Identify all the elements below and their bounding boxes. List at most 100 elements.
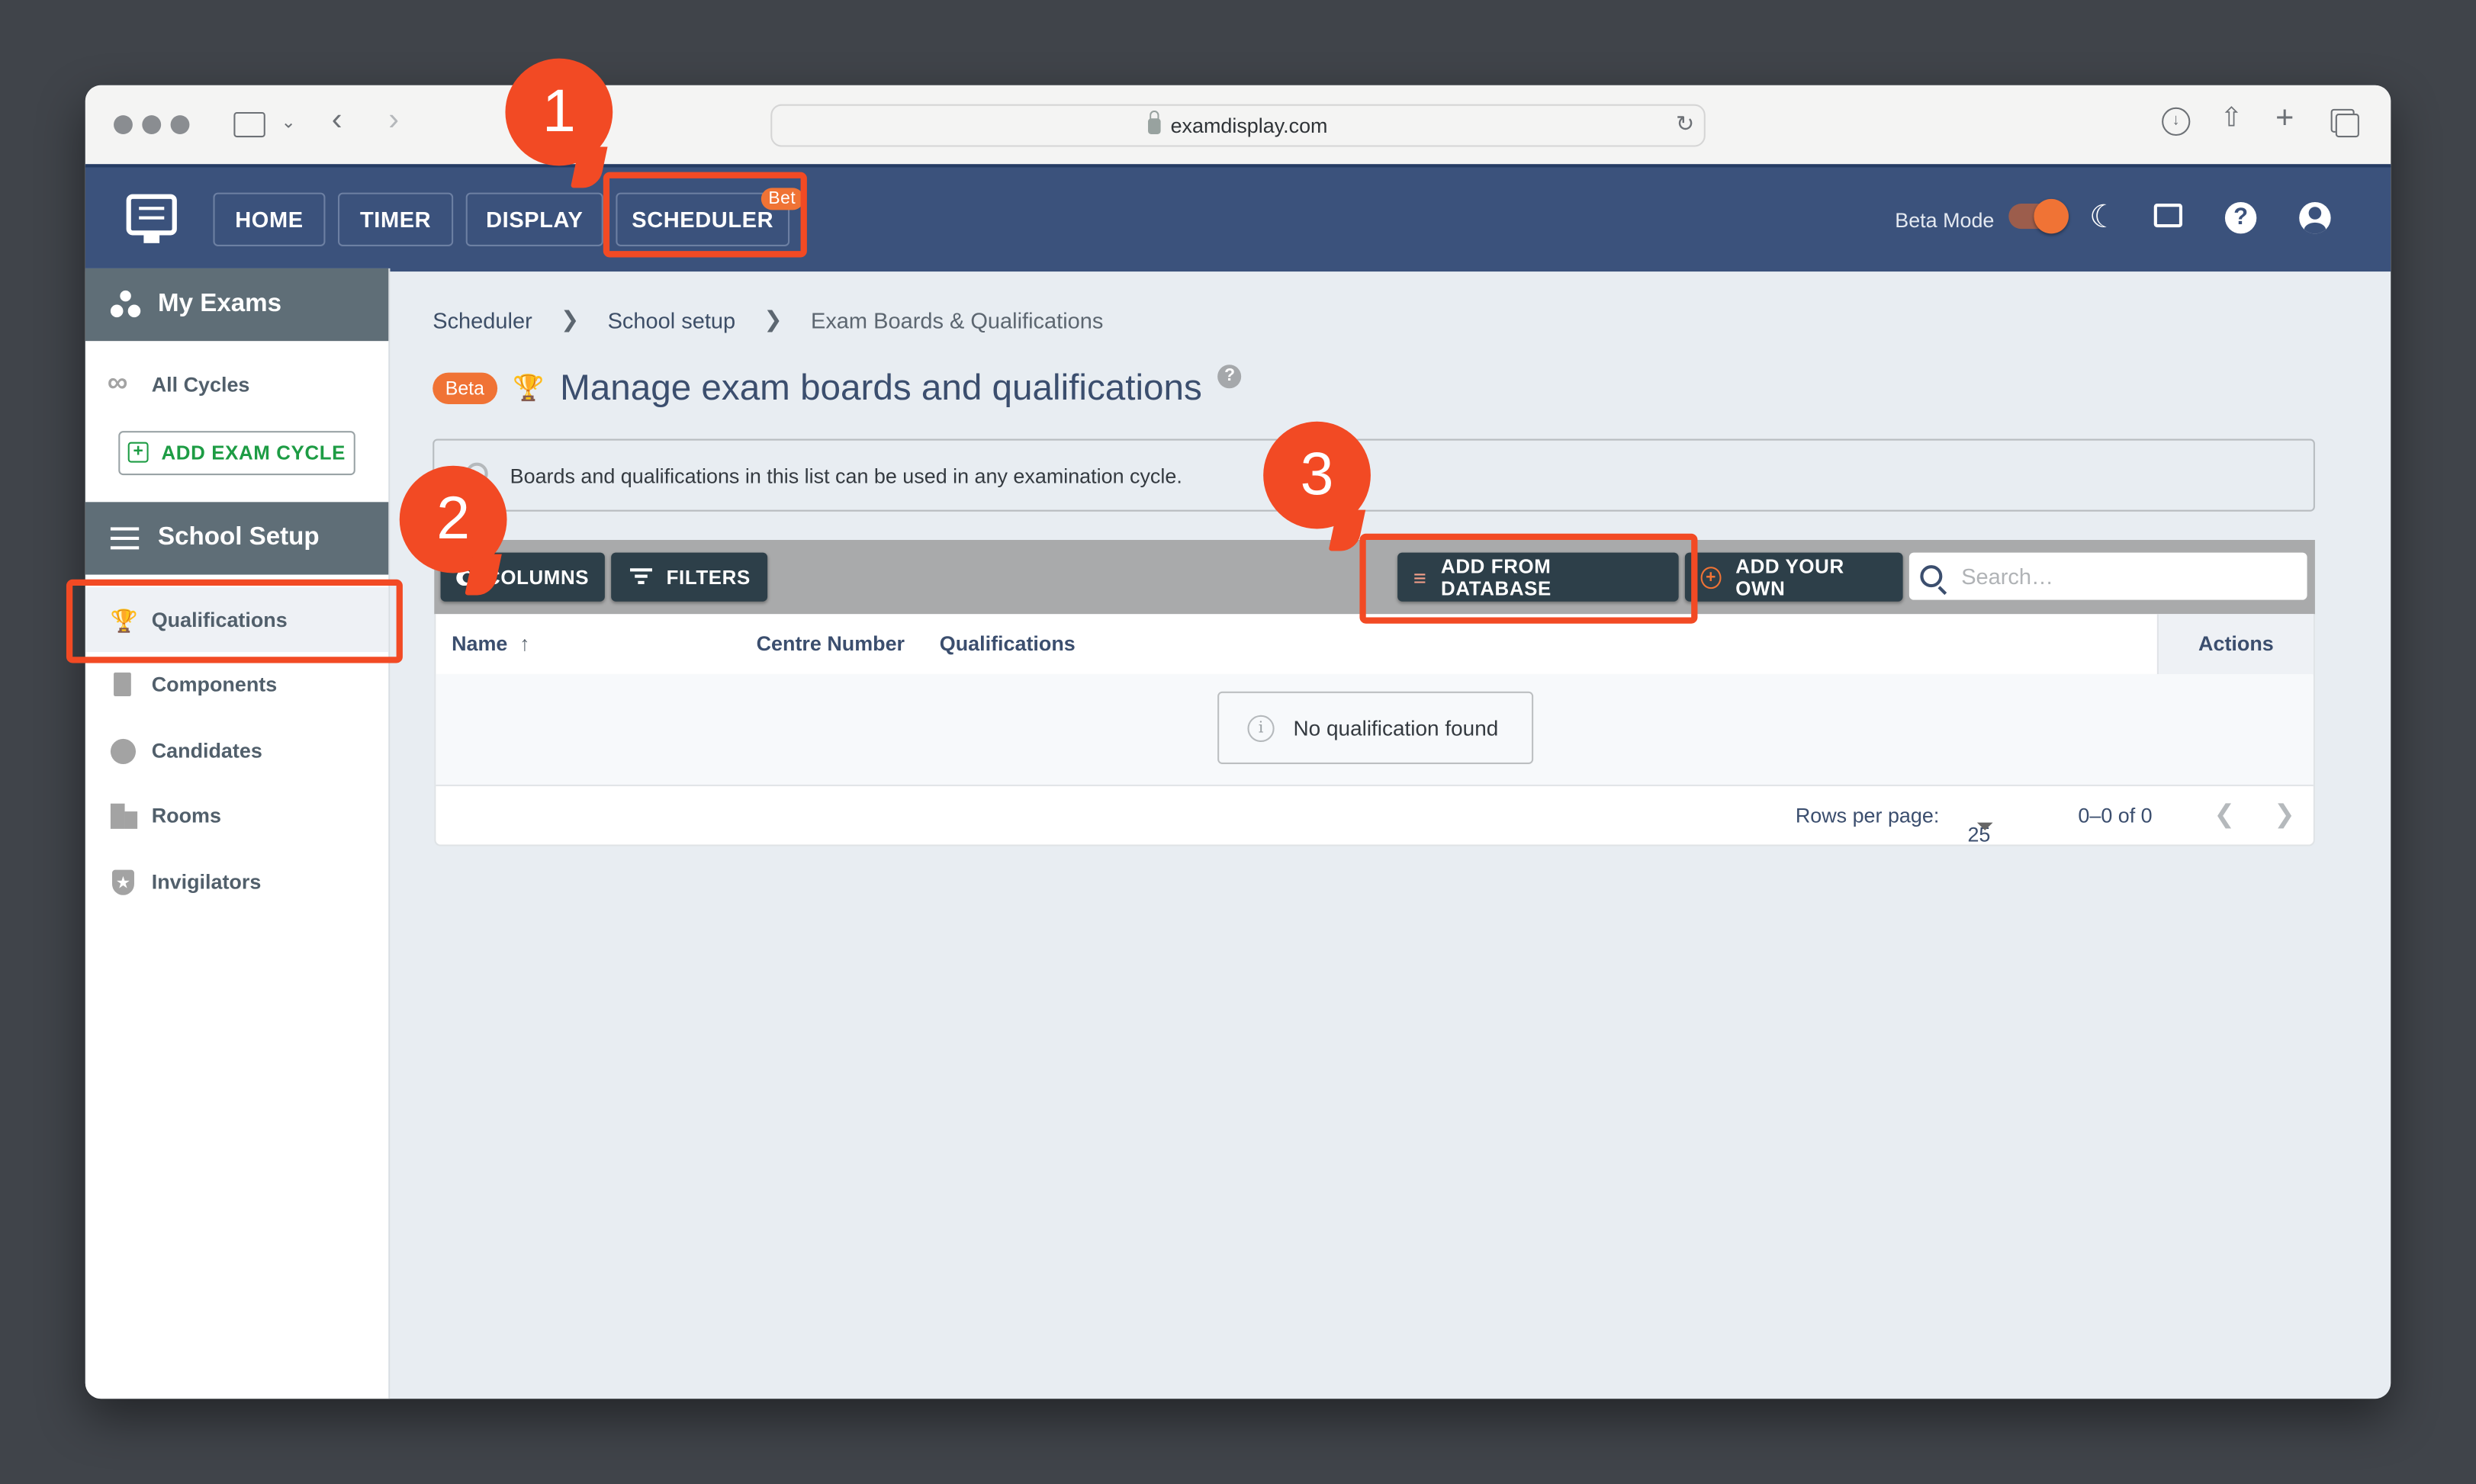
close-dot-icon[interactable] [114,115,133,134]
sidebar-item-label: All Cycles [151,373,250,397]
add-your-own-button[interactable]: + ADD YOUR OWN [1684,552,1903,602]
screen: ⌄ ‹ › examdisplay.com ↻ ↓ ⇧ + HOME TIMER… [0,0,2476,1484]
empty-state: i No qualification found [1217,691,1534,764]
nav-home[interactable]: HOME [213,192,326,246]
add-box-icon: + [127,442,149,463]
step-callout-3: 3 [1263,421,1371,529]
sidebar-toggle-icon[interactable] [233,111,265,138]
sidebar-section-school-setup[interactable]: School Setup [85,501,389,574]
chevron-right-icon: ❯ [561,306,580,332]
account-icon[interactable] [2299,201,2331,234]
next-page-icon[interactable]: ❯ [2274,799,2295,830]
lock-icon [1148,110,1162,134]
browser-toolbar: ⌄ ‹ › examdisplay.com ↻ ↓ ⇧ + [85,85,2391,166]
sidebar-section-title: My Exams [158,290,282,318]
breadcrumb-current: Exam Boards & Qualifications [810,307,1104,332]
tab-overview-icon[interactable] [2335,114,2359,138]
beta-badge: Beta [432,371,497,403]
help-icon[interactable]: ? [2224,201,2257,234]
url-text: examdisplay.com [1170,114,1328,138]
column-header-qualifications[interactable]: Qualifications [940,631,1076,655]
zoom-dot-icon[interactable] [170,115,190,134]
chevron-right-icon: ❯ [764,306,783,332]
beta-mode-label: Beta Mode [1895,208,1995,233]
chevron-down-icon[interactable]: ⌄ [281,108,295,139]
sidebar-item-all-cycles[interactable]: ∞ All Cycles [85,352,388,418]
filter-icon [630,568,652,586]
building-icon [110,803,138,829]
sidebar-item-candidates[interactable]: Candidates [85,718,388,783]
address-bar[interactable]: examdisplay.com ↻ [770,104,1706,147]
tune-icon [110,525,140,550]
columns-label: COLUMNS [486,566,590,589]
column-header-actions: Actions [2156,614,2314,674]
column-header-name[interactable]: Name ↑ [452,631,530,655]
column-label: Name [452,631,508,656]
nav-timer[interactable]: TIMER [338,192,454,246]
sidebar-section-my-exams[interactable]: My Exams [85,268,389,342]
sidebar: My Exams ∞ All Cycles + ADD EXAM CYCLE S… [85,268,391,1399]
step-callout-1: 1 [505,58,613,166]
filters-label: FILTERS [666,566,751,589]
nav-display[interactable]: DISPLAY [465,192,603,246]
breadcrumb-school-setup[interactable]: School setup [608,307,736,332]
display-icon[interactable] [2153,204,2183,228]
browser-window: ⌄ ‹ › examdisplay.com ↻ ↓ ⇧ + HOME TIMER… [85,85,2391,1399]
document-icon [111,672,136,698]
add-exam-cycle-label: ADD EXAM CYCLE [161,441,346,464]
minimize-dot-icon[interactable] [142,115,162,134]
search-input[interactable] [1958,561,2281,591]
group-icon [110,290,142,319]
sidebar-item-label: Candidates [151,738,262,763]
pagination-range: 0–0 of 0 [2078,803,2153,827]
add-circle-icon: + [1700,566,1722,589]
page-title: Manage exam boards and qualifications [560,366,1202,408]
column-header-centre-number[interactable]: Centre Number [757,631,905,655]
sort-ascending-icon[interactable]: ↑ [519,631,529,655]
info-icon: i [1247,714,1275,741]
sidebar-item-label: Components [151,673,278,697]
step-callout-2: 2 [399,465,507,573]
download-icon[interactable]: ↓ [2162,107,2191,137]
qualifications-table: Name ↑ Centre Number Qualifications Acti… [434,614,2315,846]
reload-icon[interactable]: ↻ [1676,111,1694,137]
sidebar-item-rooms[interactable]: Rooms [85,783,388,849]
beta-mode-toggle[interactable] [2008,198,2069,234]
filters-button[interactable]: FILTERS [611,552,768,602]
forward-icon[interactable]: › [388,104,399,136]
add-your-own-label: ADD YOUR OWN [1735,554,1844,599]
dropdown-caret-icon [1976,822,1993,830]
page-header: Beta 🏆 Manage exam boards and qualificat… [432,365,1242,409]
previous-page-icon[interactable]: ❮ [2214,799,2235,830]
empty-message: No qualification found [1293,715,1499,740]
table-pagination: Rows per page: 25 0–0 of 0 ❮ ❯ [436,785,2313,846]
breadcrumb: Scheduler ❯ School setup ❯ Exam Boards &… [432,307,1103,333]
sidebar-item-label: Invigilators [151,869,262,894]
app-header: HOME TIMER DISPLAY SCHEDULER Bet Beta Mod… [85,164,2391,272]
share-icon[interactable]: ⇧ [2220,103,2243,134]
examdisplay-logo-icon[interactable] [126,194,177,243]
add-exam-cycle-button[interactable]: + ADD EXAM CYCLE [118,430,355,475]
help-icon[interactable]: ? [1217,365,1242,389]
new-tab-icon[interactable]: + [2275,103,2294,134]
shield-star-icon: ★ [111,869,136,895]
table-body: i No qualification found [436,673,2314,786]
trophy-icon: 🏆 [513,374,545,402]
breadcrumb-scheduler[interactable]: Scheduler [432,307,532,332]
highlight-qualifications [66,579,403,663]
face-icon [110,737,137,763]
rows-per-page-label: Rows per page: [1795,803,1940,827]
info-text: Boards and qualifications in this list c… [510,464,1182,488]
sidebar-item-invigilators[interactable]: ★ Invigilators [85,849,388,914]
nav-display-label: DISPLAY [486,207,584,233]
window-controls[interactable] [114,115,190,134]
highlight-scheduler [603,172,807,258]
sidebar-item-label: Rooms [151,804,221,828]
dark-mode-icon[interactable]: ☾ [2085,199,2123,237]
search-field[interactable] [1908,552,2307,600]
search-icon [1920,565,1943,588]
sidebar-section-title: School Setup [158,523,320,551]
back-icon[interactable]: ‹ [332,104,342,136]
nav-home-label: HOME [235,207,304,233]
infinity-icon: ∞ [107,366,128,398]
